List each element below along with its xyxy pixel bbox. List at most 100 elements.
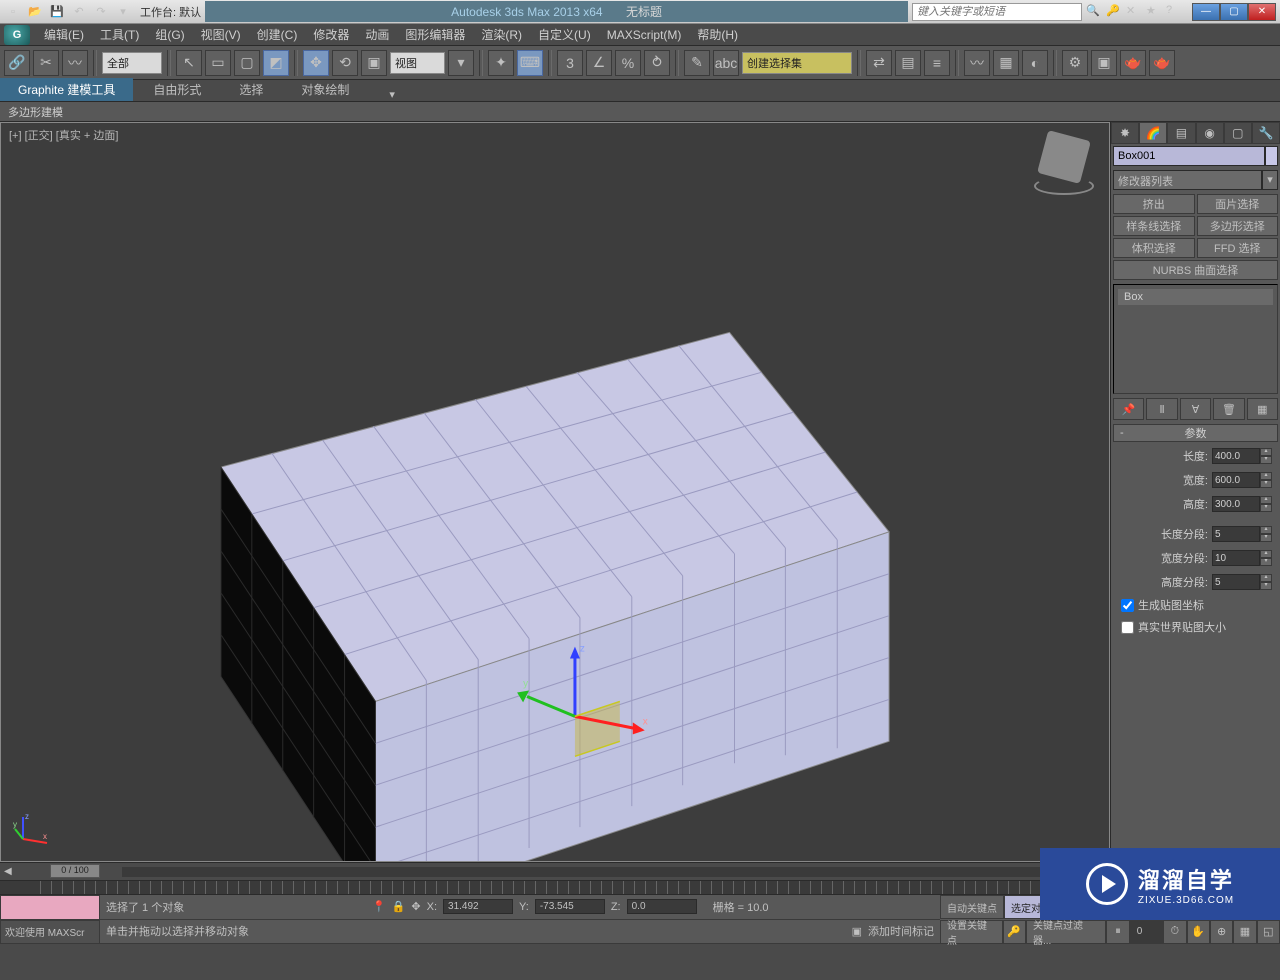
- align-icon[interactable]: ▤: [895, 50, 921, 76]
- menu-item[interactable]: 视图(V): [193, 26, 249, 44]
- width-input[interactable]: [1212, 472, 1260, 488]
- auto-key-button[interactable]: 自动关键点: [940, 895, 1004, 919]
- height-input[interactable]: [1212, 496, 1260, 512]
- menu-item[interactable]: 图形编辑器: [397, 26, 473, 44]
- modify-tab-icon[interactable]: 🌈: [1139, 122, 1167, 144]
- rotate-tool-icon[interactable]: ⟲: [332, 50, 358, 76]
- render-icon[interactable]: 🫖: [1120, 50, 1146, 76]
- menu-item[interactable]: 工具(T): [92, 26, 147, 44]
- star-icon[interactable]: ★: [1146, 4, 1164, 20]
- x-coord-input[interactable]: 31.492: [443, 899, 513, 914]
- menu-item[interactable]: 自定义(U): [530, 26, 599, 44]
- menu-item[interactable]: 修改器: [305, 26, 357, 44]
- ribbon-panel-label[interactable]: 多边形建模: [0, 102, 1280, 122]
- width-segs-input[interactable]: [1212, 550, 1260, 566]
- modifier-set-button[interactable]: 多边形选择: [1197, 216, 1279, 236]
- absolute-mode-icon[interactable]: ✥: [411, 900, 420, 913]
- configure-sets-icon[interactable]: ▦: [1247, 398, 1278, 420]
- bind-icon[interactable]: 〰: [62, 50, 88, 76]
- unlink-icon[interactable]: ✂: [33, 50, 59, 76]
- key-icon[interactable]: 🔑: [1106, 4, 1124, 20]
- key-filters-button[interactable]: 关键点过滤器...: [1026, 920, 1106, 944]
- time-slider-thumb[interactable]: 0 / 100: [50, 864, 100, 878]
- modifier-set-button[interactable]: NURBS 曲面选择: [1113, 260, 1278, 280]
- ribbon-tab[interactable]: 选择: [221, 78, 281, 101]
- scale-tool-icon[interactable]: ▣: [361, 50, 387, 76]
- height-segs-input[interactable]: [1212, 574, 1260, 590]
- modifier-set-button[interactable]: 样条线选择: [1113, 216, 1195, 236]
- keyboard-shortcut-icon[interactable]: ⌨: [517, 50, 543, 76]
- length-input[interactable]: [1212, 448, 1260, 464]
- edit-named-sel-icon[interactable]: ✎: [684, 50, 710, 76]
- snap-3-icon[interactable]: 3: [557, 50, 583, 76]
- spinner-snap-icon[interactable]: ⥁: [644, 50, 670, 76]
- select-region-icon[interactable]: ▢: [234, 50, 260, 76]
- mirror-icon[interactable]: ⇄: [866, 50, 892, 76]
- ribbon-expand-icon[interactable]: ▾: [389, 88, 395, 101]
- layers-icon[interactable]: ≡: [924, 50, 950, 76]
- spinner-up-icon[interactable]: ▴: [1260, 448, 1272, 456]
- exchange-icon[interactable]: ✕: [1126, 4, 1144, 20]
- min-max-toggle-icon[interactable]: ◱: [1257, 920, 1280, 944]
- angle-snap-icon[interactable]: ∠: [586, 50, 612, 76]
- real-world-checkbox[interactable]: [1121, 621, 1134, 634]
- maxscript-mini-listener[interactable]: [0, 895, 100, 920]
- menu-item[interactable]: 创建(C): [249, 26, 306, 44]
- current-frame-input[interactable]: 0: [1130, 920, 1163, 944]
- move-tool-icon[interactable]: ✥: [303, 50, 329, 76]
- length-segs-input[interactable]: [1212, 526, 1260, 542]
- set-key-button[interactable]: 设置关键点: [940, 920, 1003, 944]
- lock-selection-icon[interactable]: 🔒: [392, 900, 406, 913]
- menu-item[interactable]: 帮助(H): [689, 26, 746, 44]
- y-coord-input[interactable]: -73.545: [535, 899, 605, 914]
- open-icon[interactable]: 📂: [26, 3, 44, 21]
- schematic-icon[interactable]: ▦: [993, 50, 1019, 76]
- selection-filter-dropdown[interactable]: 全部: [102, 52, 162, 74]
- z-coord-input[interactable]: 0.0: [627, 899, 697, 914]
- render-frame-icon[interactable]: ▣: [1091, 50, 1117, 76]
- link-icon[interactable]: 🔗: [4, 50, 30, 76]
- hierarchy-tab-icon[interactable]: ▤: [1167, 122, 1195, 144]
- select-icon[interactable]: ↖: [176, 50, 202, 76]
- menu-item[interactable]: 编辑(E): [36, 26, 92, 44]
- key-toggle-icon[interactable]: ⏸: [1106, 920, 1129, 944]
- help-icon[interactable]: ?: [1166, 4, 1184, 20]
- close-button[interactable]: ✕: [1248, 3, 1276, 21]
- named-selection-dropdown[interactable]: 创建选择集: [742, 52, 852, 74]
- time-tag-button[interactable]: 添加时间标记: [868, 923, 934, 939]
- ribbon-tab[interactable]: Graphite 建模工具: [0, 78, 133, 101]
- object-name-input[interactable]: [1113, 146, 1265, 166]
- spinner-down-icon[interactable]: ▾: [1260, 456, 1272, 464]
- show-result-icon[interactable]: Ⅱ: [1146, 398, 1177, 420]
- workspace-label[interactable]: 工作台: 默认: [140, 4, 201, 20]
- render-prod-icon[interactable]: 🫖: [1149, 50, 1175, 76]
- redo-icon[interactable]: ↷: [92, 3, 110, 21]
- lock-icon[interactable]: 📍: [372, 900, 386, 913]
- material-editor-icon[interactable]: ◐: [1022, 50, 1048, 76]
- key-mode-icon[interactable]: 🔑: [1003, 920, 1026, 944]
- pivot-icon[interactable]: ▾: [448, 50, 474, 76]
- menu-item[interactable]: 渲染(R): [473, 26, 530, 44]
- named-sel-text-icon[interactable]: abc: [713, 50, 739, 76]
- modifier-set-button[interactable]: 挤出: [1113, 194, 1195, 214]
- time-config-icon[interactable]: ⏱: [1163, 920, 1186, 944]
- modifier-set-button[interactable]: FFD 选择: [1197, 238, 1279, 258]
- ribbon-tab[interactable]: 自由形式: [135, 78, 219, 101]
- pin-stack-icon[interactable]: 📌: [1113, 398, 1144, 420]
- motion-tab-icon[interactable]: ◉: [1196, 122, 1224, 144]
- stack-item-box[interactable]: Box: [1118, 289, 1273, 305]
- params-rollout-header[interactable]: 参数: [1113, 424, 1278, 442]
- pan-icon[interactable]: ✋: [1187, 920, 1210, 944]
- menu-item[interactable]: 动画: [357, 26, 397, 44]
- maximize-viewport-icon[interactable]: ▦: [1233, 920, 1256, 944]
- make-unique-icon[interactable]: ∀: [1180, 398, 1211, 420]
- new-icon[interactable]: ▫: [4, 3, 22, 21]
- gen-mapping-checkbox[interactable]: [1121, 599, 1134, 612]
- binoculars-icon[interactable]: 🔍: [1086, 4, 1104, 20]
- minimize-button[interactable]: —: [1192, 3, 1220, 21]
- chevron-down-icon[interactable]: ▾: [1262, 170, 1278, 190]
- utilities-tab-icon[interactable]: 🔧: [1252, 122, 1280, 144]
- orbit-icon[interactable]: ⊕: [1210, 920, 1233, 944]
- help-search-input[interactable]: [912, 3, 1082, 21]
- project-icon[interactable]: ▾: [114, 3, 132, 21]
